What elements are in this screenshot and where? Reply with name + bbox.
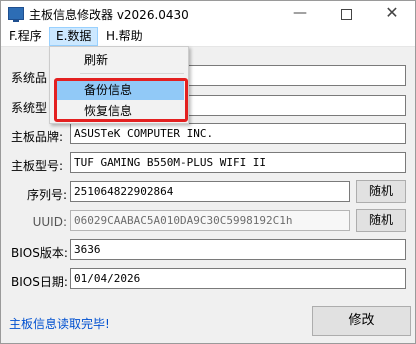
menu-help[interactable]: H.帮助 xyxy=(100,27,149,46)
random-uuid-button[interactable]: 随机 xyxy=(356,209,406,232)
close-button[interactable]: ✕ xyxy=(369,1,415,27)
modify-button[interactable]: 修改 xyxy=(312,306,411,336)
title-bar: 主板信息修改器 v2026.0430 — ✕ xyxy=(1,1,415,27)
minimize-button[interactable]: — xyxy=(277,1,323,27)
board-model-label: 主板型号: xyxy=(11,159,64,173)
serial-label: 序列号: xyxy=(26,188,67,202)
menu-program[interactable]: F.程序 xyxy=(3,27,48,46)
random-serial-button[interactable]: 随机 xyxy=(356,180,406,203)
bios-date-label: BIOS日期: xyxy=(11,275,68,289)
monitor-icon xyxy=(8,7,24,22)
system-model-label: 系统型 xyxy=(11,101,48,115)
menu-separator xyxy=(80,73,184,74)
bios-version-field[interactable]: 3636 xyxy=(70,239,406,260)
menu-data[interactable]: E.数据 xyxy=(49,27,99,46)
board-model-field[interactable]: TUF GAMING B550M-PLUS WIFI II xyxy=(70,152,406,173)
window-title: 主板信息修改器 v2026.0430 xyxy=(29,8,189,22)
serial-field[interactable]: 251064822902864 xyxy=(70,181,350,202)
board-brand-field[interactable]: ASUSTeK COMPUTER INC. xyxy=(70,123,406,144)
maximize-icon xyxy=(340,9,352,20)
system-product-label: 系统品 xyxy=(11,71,48,85)
maximize-button[interactable] xyxy=(323,1,369,27)
bios-date-field[interactable]: 01/04/2026 xyxy=(70,268,406,289)
uuid-label: UUID: xyxy=(32,215,67,229)
status-message: 主板信息读取完毕! xyxy=(9,317,110,331)
menu-item-refresh[interactable]: 刷新 xyxy=(50,50,186,70)
main-window: 主板信息修改器 v2026.0430 — ✕ F.程序 E.数据 H.帮助 系统… xyxy=(0,0,416,344)
uuid-field[interactable]: 06029CAABAC5A010DA9C30C5998192C1h xyxy=(70,210,350,231)
highlight-annotation xyxy=(54,78,188,122)
bios-version-label: BIOS版本: xyxy=(11,246,68,260)
board-brand-label: 主板品牌: xyxy=(11,130,64,144)
menu-bar: F.程序 E.数据 H.帮助 xyxy=(1,27,415,47)
